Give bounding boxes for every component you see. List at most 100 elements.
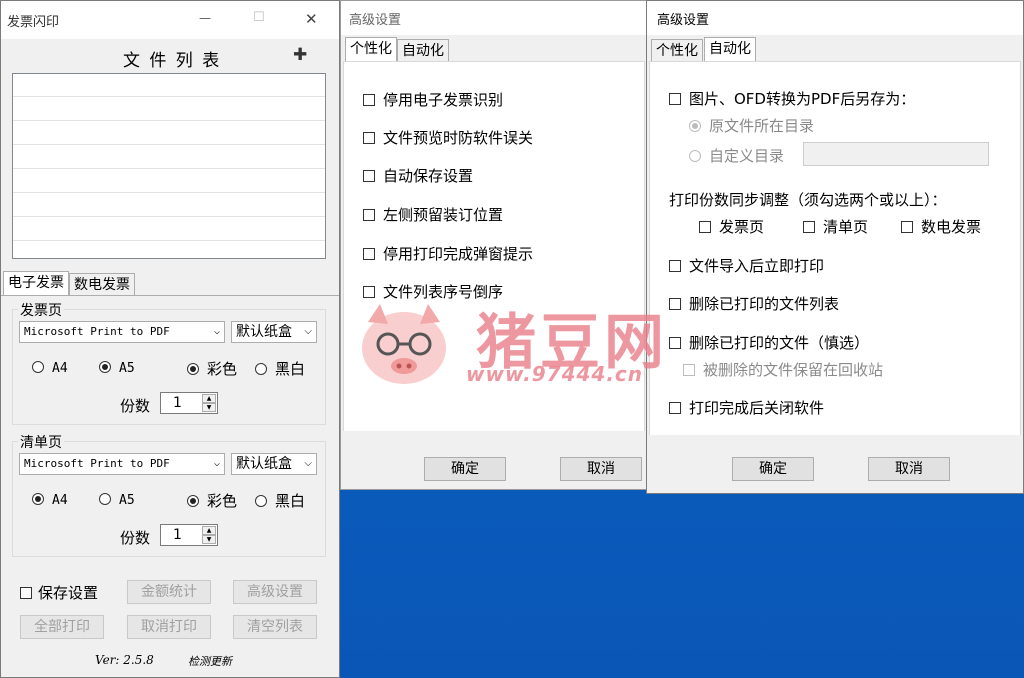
- invoice-copies-label: 份数: [120, 397, 151, 415]
- list-bw[interactable]: 黑白: [255, 490, 305, 511]
- file-list-title: 文 件 列 表: [123, 51, 222, 71]
- radio-icon: [99, 493, 111, 505]
- radio-original-directory[interactable]: 原文件所在目录: [689, 115, 814, 136]
- amount-stats-button[interactable]: 金额统计: [127, 580, 211, 604]
- option-prevent-accidental-close[interactable]: 文件预览时防软件误关: [363, 127, 533, 148]
- radio-icon: [689, 150, 701, 162]
- arrow-down-icon[interactable]: ▼: [202, 403, 216, 412]
- dialog1-tab-personalization[interactable]: 个性化: [345, 37, 397, 61]
- save-settings-checkbox[interactable]: 保存设置: [20, 582, 98, 603]
- main-titlebar: 发票闪印 — ☐ ✕: [1, 1, 339, 39]
- checkbox-icon: [363, 286, 375, 298]
- invoice-size-a4[interactable]: A4: [32, 358, 68, 376]
- arrow-down-icon[interactable]: ▼: [202, 535, 216, 544]
- checkbox-icon: [669, 260, 681, 272]
- dialog2-tab-personalization[interactable]: 个性化: [651, 39, 703, 61]
- sync-digital-invoice[interactable]: 数电发票: [901, 216, 981, 237]
- dialog2-titlebar: 高级设置: [647, 1, 1023, 35]
- invoice-tray-select[interactable]: 默认纸盒 ⌵: [231, 321, 317, 343]
- checkbox-icon: [803, 221, 815, 233]
- check-update-link[interactable]: 检测更新: [188, 653, 232, 669]
- sync-list-page[interactable]: 清单页: [803, 216, 868, 237]
- list-tray-value: 默认纸盒: [236, 456, 292, 472]
- arrow-up-icon[interactable]: ▲: [202, 394, 216, 403]
- arrow-up-icon[interactable]: ▲: [202, 526, 216, 535]
- option-auto-save-settings[interactable]: 自动保存设置: [363, 165, 473, 186]
- dialog1-titlebar: 高级设置: [341, 1, 647, 35]
- dialog1-tab-automation[interactable]: 自动化: [397, 39, 449, 61]
- list-size-a5[interactable]: A5: [99, 490, 135, 508]
- radio-checked-icon: [187, 363, 199, 375]
- option-left-binding-margin[interactable]: 左侧预留装订位置: [363, 204, 503, 225]
- checkbox-icon: [363, 170, 375, 182]
- invoice-bw[interactable]: 黑白: [255, 358, 305, 379]
- invoice-copies-stepper[interactable]: 1 ▲ ▼: [160, 392, 218, 414]
- add-file-icon[interactable]: ✚: [293, 45, 307, 65]
- option-delete-printed-files[interactable]: 删除已打印的文件（慎选）: [669, 332, 869, 353]
- sync-copies-label: 打印份数同步调整（须勾选两个或以上）：: [669, 191, 947, 209]
- tab-electronic-invoice[interactable]: 电子发票: [3, 271, 69, 295]
- option-close-after-print[interactable]: 打印完成后关闭软件: [669, 397, 824, 418]
- file-list[interactable]: [12, 73, 326, 259]
- option-keep-in-recycle-bin[interactable]: 被删除的文件保留在回收站: [683, 359, 883, 380]
- tab-panel-border: [1, 295, 339, 296]
- radio-custom-directory[interactable]: 自定义目录: [689, 145, 784, 166]
- advanced-settings-dialog-1: 高级设置 个性化 自动化 停用电子发票识别 文件预览时防软件误关 自动保存设置 …: [340, 0, 648, 490]
- radio-icon: [255, 495, 267, 507]
- radio-checked-icon: [187, 495, 199, 507]
- radio-icon: [32, 361, 44, 373]
- checkbox-icon: [363, 248, 375, 260]
- list-group-title: 清单页: [18, 432, 64, 452]
- checkbox-icon: [683, 364, 695, 376]
- invoice-group-title: 发票页: [18, 300, 64, 320]
- chevron-down-icon: ⌵: [304, 458, 312, 469]
- list-color[interactable]: 彩色: [187, 490, 237, 511]
- cancel-print-button[interactable]: 取消打印: [127, 615, 211, 639]
- invoice-tray-value: 默认纸盒: [236, 324, 292, 340]
- dialog1-ok-button[interactable]: 确定: [424, 457, 506, 481]
- dialog2-cancel-button[interactable]: 取消: [868, 457, 950, 481]
- option-delete-printed-list[interactable]: 删除已打印的文件列表: [669, 293, 839, 314]
- sync-invoice-page[interactable]: 发票页: [699, 216, 764, 237]
- option-disable-invoice-recognition[interactable]: 停用电子发票识别: [363, 89, 503, 110]
- invoice-printer-select[interactable]: Microsoft Print to PDF ⌵: [19, 321, 225, 343]
- checkbox-icon: [363, 94, 375, 106]
- list-printer-value: Microsoft Print to PDF: [24, 457, 170, 470]
- option-disable-print-popup[interactable]: 停用打印完成弹窗提示: [363, 243, 533, 264]
- invoice-color[interactable]: 彩色: [187, 358, 237, 379]
- maximize-button[interactable]: ☐: [253, 10, 265, 25]
- dialog2-tab-automation[interactable]: 自动化: [704, 37, 756, 61]
- chevron-down-icon: ⌵: [304, 326, 312, 337]
- advanced-settings-button[interactable]: 高级设置: [233, 580, 317, 604]
- checkbox-icon: [669, 402, 681, 414]
- dialog2-footer: [647, 435, 1023, 493]
- tab-digital-invoice[interactable]: 数电发票: [69, 273, 135, 295]
- list-printer-select[interactable]: Microsoft Print to PDF ⌵: [19, 453, 225, 475]
- custom-directory-input[interactable]: [803, 142, 989, 166]
- watermark-url: www.97444.cn: [466, 362, 644, 386]
- print-all-button[interactable]: 全部打印: [20, 615, 104, 639]
- chevron-down-icon: ⌵: [213, 326, 220, 337]
- clear-list-button[interactable]: 清空列表: [233, 615, 317, 639]
- list-copies-stepper[interactable]: 1 ▲ ▼: [160, 524, 218, 546]
- dialog2-ok-button[interactable]: 确定: [732, 457, 814, 481]
- list-copies-label: 份数: [120, 529, 151, 547]
- list-tray-select[interactable]: 默认纸盒 ⌵: [231, 453, 317, 475]
- invoice-printer-value: Microsoft Print to PDF: [24, 325, 170, 338]
- dialog1-cancel-button[interactable]: 取消: [560, 457, 642, 481]
- radio-checked-icon: [32, 493, 44, 505]
- radio-icon: [255, 363, 267, 375]
- radio-checked-icon: [689, 120, 701, 132]
- option-convert-save-as[interactable]: 图片、OFD转换为PDF后另存为：: [669, 88, 915, 109]
- list-size-a4[interactable]: A4: [32, 490, 68, 508]
- option-print-after-import[interactable]: 文件导入后立即打印: [669, 255, 824, 276]
- main-window-title: 发票闪印: [7, 14, 60, 30]
- dialog2-title: 高级设置: [657, 12, 710, 28]
- minimize-button[interactable]: —: [199, 11, 211, 25]
- watermark: 猪豆网 www.97444.cn: [358, 300, 678, 390]
- version-label: Ver: 2.5.8: [95, 653, 154, 667]
- invoice-size-a5[interactable]: A5: [99, 358, 135, 376]
- close-button[interactable]: ✕: [305, 10, 318, 28]
- pig-logo-icon: [362, 304, 446, 384]
- main-window: 发票闪印 — ☐ ✕ 文 件 列 表 ✚ 电子发票 数电发票 发票页 Micro…: [0, 0, 340, 678]
